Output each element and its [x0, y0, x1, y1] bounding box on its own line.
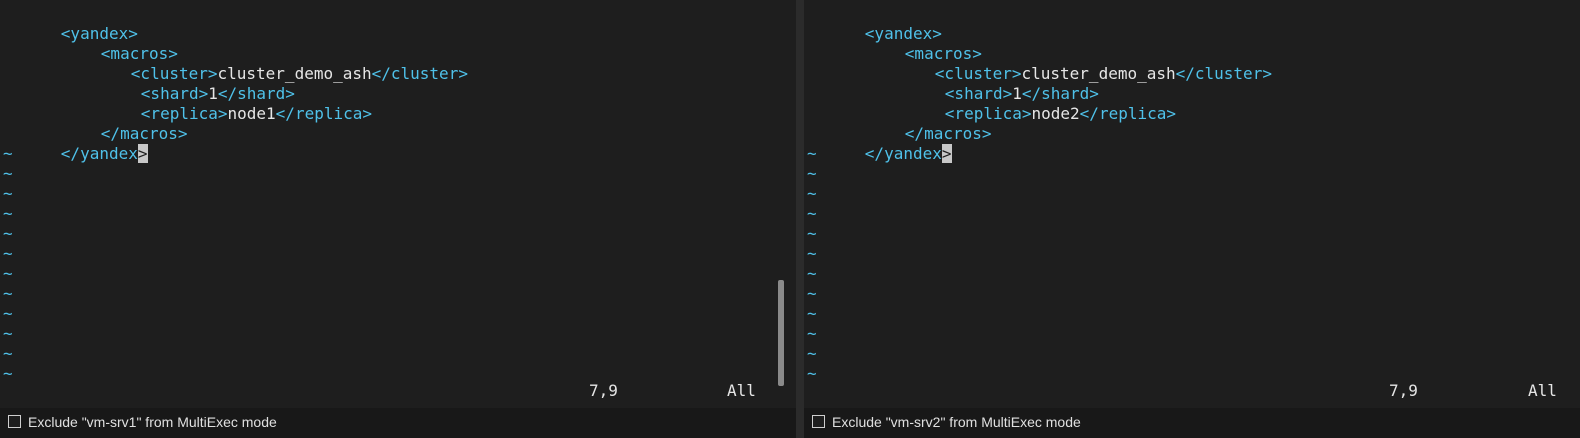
xml-tag: </cluster>	[1175, 64, 1272, 83]
cursor-position: 7,9	[1389, 381, 1418, 400]
empty-line-tilde: ~	[3, 224, 13, 243]
code-line: </yandex>	[3, 124, 148, 163]
empty-line-tilde: ~	[3, 344, 13, 363]
empty-line-tilde: ~	[807, 204, 817, 223]
code-line: <shard>1</shard>	[887, 64, 1099, 103]
empty-line-tilde: ~	[3, 284, 13, 303]
scrollbar-thumb[interactable]	[778, 280, 784, 386]
code-line: <yandex>	[807, 4, 942, 43]
empty-line-tilde: ~	[3, 244, 13, 263]
empty-line-tilde: ~	[807, 224, 817, 243]
code-line: <shard>1</shard>	[83, 64, 295, 103]
scroll-indicator: All	[1528, 381, 1557, 400]
empty-line-tilde: ~	[807, 344, 817, 363]
xml-tag: </yandex	[864, 144, 942, 163]
empty-line-tilde: ~	[3, 364, 13, 383]
text-cursor: >	[941, 144, 952, 163]
code-line: </yandex>	[807, 124, 952, 163]
empty-line-tilde: ~	[3, 184, 13, 203]
text-cursor: >	[137, 144, 148, 163]
xml-tag: </cluster>	[371, 64, 468, 83]
vim-editor[interactable]: <yandex> <macros> <cluster>cluster_demo_…	[804, 0, 1580, 408]
empty-line-tilde: ~	[807, 144, 817, 163]
exclude-checkbox-label[interactable]: Exclude "vm-srv2" from MultiExec mode	[832, 414, 1081, 430]
code-line: <cluster>cluster_demo_ash</cluster>	[877, 44, 1272, 83]
code-line: <replica>node2</replica>	[887, 84, 1176, 123]
empty-line-tilde: ~	[3, 304, 13, 323]
multiexec-footer: Exclude "vm-srv1" from MultiExec mode	[0, 408, 796, 438]
code-line: </macros>	[43, 104, 188, 143]
cursor-position: 7,9	[589, 381, 618, 400]
code-line: <yandex>	[3, 4, 138, 43]
code-line: <macros>	[847, 24, 982, 63]
code-line: </macros>	[847, 104, 992, 143]
empty-line-tilde: ~	[3, 264, 13, 283]
terminal-pane-vm-srv1[interactable]: <yandex> <macros> <cluster>cluster_demo_…	[0, 0, 796, 438]
xml-tag: </yandex	[60, 144, 138, 163]
empty-line-tilde: ~	[807, 244, 817, 263]
multiexec-footer: Exclude "vm-srv2" from MultiExec mode	[804, 408, 1580, 438]
xml-tag: </replica>	[275, 104, 372, 123]
terminal-pane-vm-srv2[interactable]: <yandex> <macros> <cluster>cluster_demo_…	[804, 0, 1580, 438]
empty-line-tilde: ~	[3, 144, 13, 163]
exclude-checkbox[interactable]	[8, 415, 21, 428]
empty-line-tilde: ~	[807, 184, 817, 203]
vim-editor[interactable]: <yandex> <macros> <cluster>cluster_demo_…	[0, 0, 796, 408]
empty-line-tilde: ~	[3, 324, 13, 343]
empty-line-tilde: ~	[807, 164, 817, 183]
pane-divider[interactable]	[796, 0, 804, 438]
exclude-checkbox[interactable]	[812, 415, 825, 428]
xml-tag: </replica>	[1079, 104, 1176, 123]
empty-line-tilde: ~	[3, 204, 13, 223]
code-line: <macros>	[43, 24, 178, 63]
empty-line-tilde: ~	[807, 324, 817, 343]
exclude-checkbox-label[interactable]: Exclude "vm-srv1" from MultiExec mode	[28, 414, 277, 430]
empty-line-tilde: ~	[807, 364, 817, 383]
xml-value: node1	[227, 104, 276, 123]
empty-line-tilde: ~	[3, 164, 13, 183]
code-line: <cluster>cluster_demo_ash</cluster>	[73, 44, 468, 83]
scroll-indicator: All	[727, 381, 756, 400]
empty-line-tilde: ~	[807, 284, 817, 303]
code-line: <replica>node1</replica>	[83, 84, 372, 123]
xml-value: node2	[1031, 104, 1080, 123]
empty-line-tilde: ~	[807, 264, 817, 283]
empty-line-tilde: ~	[807, 304, 817, 323]
